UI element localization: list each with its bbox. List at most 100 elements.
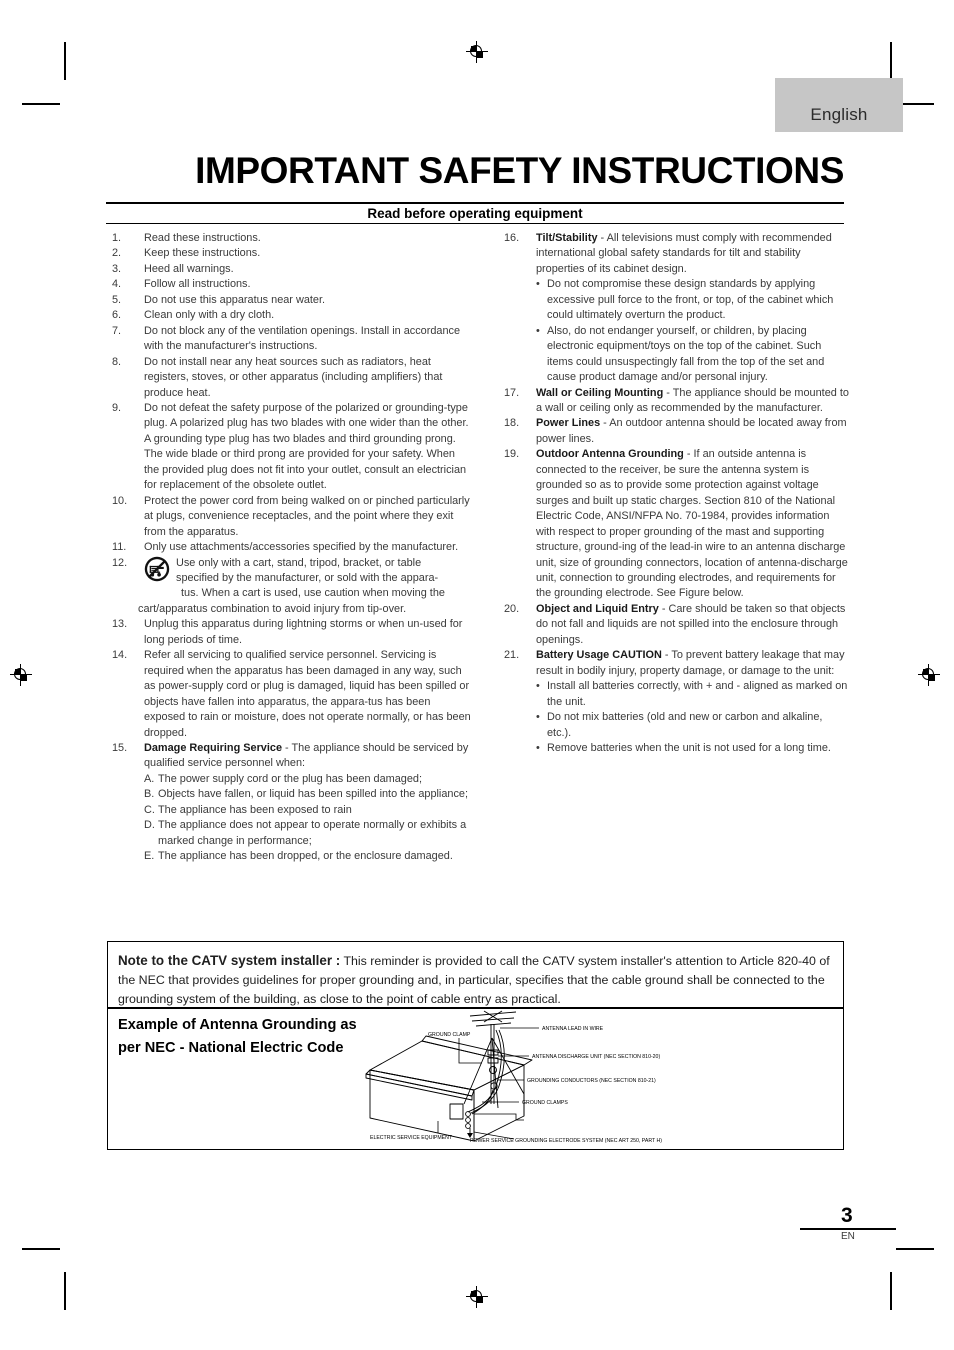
sub-item-letter: A. [144,772,155,785]
sub-list-item: B. Objects have fallen, or liquid has be… [144,787,472,802]
list-item-wall-ceiling-mounting: 17. Wall or Ceiling Mounting - The appli… [504,386,849,417]
item-number: 3. [112,262,122,275]
antenna-example-heading-line2: per NEC - National Electric Code [118,1040,344,1056]
sub-list-bullet: • Remove batteries when the unit is not … [536,741,849,756]
registration-mark-top [466,41,488,63]
item-number: 4. [112,278,122,291]
bullet-icon: • [536,711,540,724]
registration-mark-left [10,664,32,686]
item-number: 18. [504,417,520,430]
item-number: 8. [112,355,122,368]
list-item-damage-requiring-service: 15. Damage Requiring Service - The appli… [112,741,472,865]
crop-mark-bottom-left [64,1272,66,1310]
sub-item-text: Remove batteries when the unit is not us… [547,741,831,754]
item-number: 14. [112,649,128,662]
catv-note-box: Note to the CATV system installer : This… [107,941,844,1150]
item-number: 9. [112,401,122,414]
page-subtitle: Read before operating equipment [367,206,583,221]
list-item: 2. Keep these instructions. [112,246,472,261]
antenna-example-heading: Example of Antenna Grounding as per NEC … [118,1014,378,1060]
crop-mark-bottom-right [890,1272,892,1310]
sub-item-letter: B. [144,788,155,801]
diagram-label-grounding-conductors: GROUNDING CONDUCTORS (NEC SECTION 810-21… [527,1078,656,1084]
list-item: 13. Unplug this apparatus during lightni… [112,617,472,648]
bullet-icon: • [536,324,540,337]
sub-list-item: C. The appliance has been exposed to rai… [144,803,472,818]
item-text-line4: cart/apparatus combination to avoid inju… [138,602,407,615]
item-number: 20. [504,602,520,615]
item-text-line2: specified by the manufacturer, or sold w… [176,571,439,584]
item-number: 13. [112,618,128,631]
sub-list-item: A. The power supply cord or the plug has… [144,772,472,787]
list-item: 10. Protect the power cord from being wa… [112,494,472,540]
list-item: 3. Heed all warnings. [112,262,472,277]
diagram-label-ground-clamps: GROUND CLAMPS [522,1100,568,1106]
sub-item-letter: E. [144,850,155,863]
language-tab: English [775,78,903,132]
item-number: 5. [112,293,122,306]
list-item: 4. Follow all instructions. [112,277,472,292]
list-item: 6. Clean only with a dry cloth. [112,308,472,323]
item-number: 15. [112,741,128,754]
sub-list-item: E. The appliance has been dropped, or th… [144,849,472,864]
list-item-battery-usage-caution: 21. Battery Usage CAUTION - To prevent b… [504,648,849,756]
item-text: Heed all warnings. [144,262,234,275]
title-rule-bottom [106,223,844,224]
crop-mark-top-left [64,42,66,80]
item-number: 21. [504,649,520,662]
item-number: 17. [504,386,520,399]
bullet-icon: • [536,278,540,291]
item-text: Unplug this apparatus during lightning s… [144,618,463,646]
item-text: - If an outside antenna is connected to … [536,448,848,600]
registration-mark-bottom [466,1286,488,1308]
sub-item-letter: C. [144,803,155,816]
cart-warning-icon [144,556,174,584]
item-text: Only use attachments/accessories specifi… [144,541,459,554]
list-item: 8. Do not install near any heat sources … [112,355,472,401]
sub-item-text: Objects have fallen, or liquid has been … [158,788,468,801]
diagram-label-electric-service-equipment: ELECTRIC SERVICE EQUIPMENT [370,1135,453,1141]
item-lead-label: Outdoor Antenna Grounding [536,448,684,461]
folio-language-code: EN [841,1231,855,1243]
sub-list-bullet: • Do not compromise these design standar… [536,277,849,323]
item-text: Refer all servicing to qualified service… [144,649,471,739]
sub-item-text: Install all batteries correctly, with + … [547,680,848,708]
folio: 3 EN [800,1205,896,1242]
item-number: 2. [112,247,122,260]
crop-mark-left-upper [22,103,60,105]
item-number: 19. [504,448,520,461]
page-title: IMPORTANT SAFETY INSTRUCTIONS [195,150,844,191]
diagram-label-ground-clamp: GROUND CLAMP [428,1032,471,1038]
sub-item-text: Do not compromise these design standards… [547,278,834,322]
sub-item-text: The power supply cord or the plug has be… [158,772,422,785]
item-lead-label: Battery Usage CAUTION [536,649,662,662]
item-text: Protect the power cord from being walked… [144,494,470,538]
bullet-icon: • [536,741,540,754]
item-text: Do not block any of the ventilation open… [144,324,461,353]
list-item-cart-warning: 12. Use only with a cart, stand, tripod,… [112,556,472,618]
language-tab-label: English [810,105,868,124]
item-text: Follow all instructions. [144,278,251,291]
list-item: 11. Only use attachments/accessories spe… [112,540,472,555]
item-number: 12. [112,556,128,569]
item-text: Do not install near any heat sources suc… [144,355,443,399]
list-item-outdoor-antenna-grounding: 19. Outdoor Antenna Grounding - If an ou… [504,447,849,602]
sub-item-text: Do not mix batteries (old and new or car… [547,711,823,739]
diagram-label-antenna-discharge-unit: ANTENNA DISCHARGE UNIT (NEC SECTION 810-… [532,1054,660,1060]
item-text: Clean only with a dry cloth. [144,309,275,322]
sub-list-bullet: • Do not mix batteries (old and new or c… [536,710,849,741]
sub-item-text: The appliance has been dropped, or the e… [158,850,453,863]
list-item: 7. Do not block any of the ventilation o… [112,324,472,355]
crop-mark-left-lower [22,1248,60,1250]
item-text: Do not use this apparatus near water. [144,293,326,306]
bullet-icon: • [536,680,540,693]
list-item: 5. Do not use this apparatus near water. [112,293,472,308]
item-number: 1. [112,232,122,244]
sub-list-item: D. The appliance does not appear to oper… [144,818,472,849]
item-number: 7. [112,324,122,337]
list-item-power-lines: 18. Power Lines - An outdoor antenna sho… [504,416,849,447]
item-number: 16. [504,232,520,244]
item-lead-label: Damage Requiring Service [144,741,282,754]
antenna-example-heading-line1: Example of Antenna Grounding as [118,1017,357,1033]
diagram-label-antenna-lead-in-wire: ANTENNA LEAD IN WIRE [542,1026,604,1032]
